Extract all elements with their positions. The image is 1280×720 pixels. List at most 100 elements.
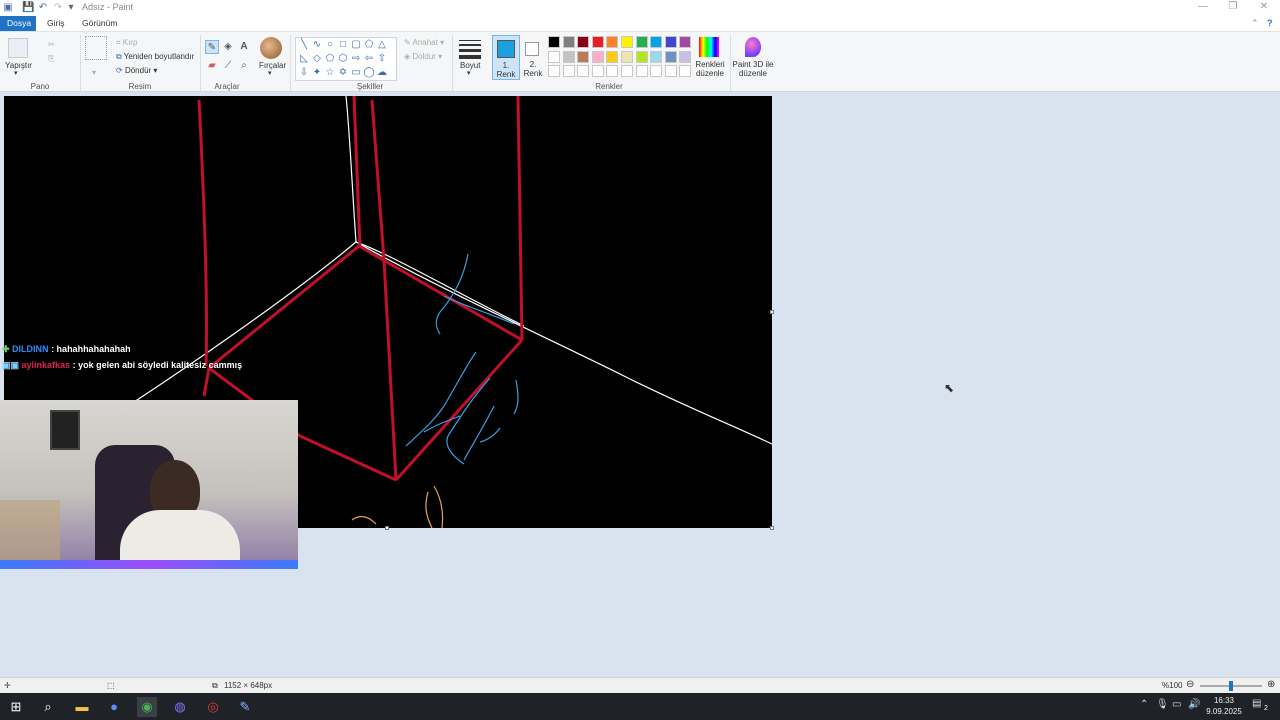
palette-swatch[interactable] [650, 36, 663, 48]
edit-colors-button[interactable]: Renkleri düzenle [693, 60, 727, 78]
palette-swatch[interactable] [664, 65, 677, 77]
rectangle-shape-icon[interactable]: □ [337, 39, 349, 51]
four-point-star-shape-icon[interactable]: ✦ [311, 67, 323, 79]
palette-swatch[interactable] [577, 65, 590, 77]
paste-dropdown-icon[interactable]: ▾ [14, 69, 18, 77]
clock-time[interactable]: 16:33 [1206, 696, 1242, 705]
palette-swatch[interactable] [591, 36, 604, 48]
file-explorer-icon[interactable]: ▬ [72, 697, 92, 717]
obs-icon[interactable]: ◎ [203, 697, 223, 717]
fill-icon[interactable]: ◈ [221, 40, 235, 54]
palette-swatch[interactable] [679, 50, 692, 63]
paint3d-button[interactable]: Paint 3D ile düzenle [732, 60, 774, 78]
cut-icon[interactable]: ✂ [48, 40, 55, 49]
clock-date[interactable]: 9.09.2025 [1203, 707, 1245, 716]
network-icon[interactable]: ▭ [1172, 699, 1181, 710]
palette-swatch[interactable] [650, 50, 663, 63]
tab-home[interactable]: Giriş [40, 16, 71, 31]
rounded-callout-shape-icon[interactable]: ▭ [350, 67, 362, 79]
zoom-out-button[interactable]: ⊖ [1186, 679, 1194, 690]
color1-button[interactable]: 1. Renk [492, 35, 520, 80]
six-point-star-shape-icon[interactable]: ✡ [337, 67, 349, 79]
undo-icon[interactable]: ↶ [37, 2, 49, 14]
collapse-ribbon-icon[interactable]: ⌃ [1251, 18, 1259, 29]
palette-swatch[interactable] [606, 36, 619, 48]
brushes-icon[interactable] [260, 37, 282, 59]
palette-swatch[interactable] [635, 50, 648, 63]
show-hidden-icons-icon[interactable]: ⌃ [1140, 699, 1148, 710]
brushes-dropdown-icon[interactable]: ▾ [268, 69, 272, 77]
restore-button[interactable]: ❐ [1218, 0, 1248, 16]
palette-swatch[interactable] [548, 50, 560, 63]
microphone-icon[interactable]: 🎙 [1156, 699, 1169, 710]
palette-swatch[interactable] [664, 50, 677, 63]
palette-swatch[interactable] [606, 65, 619, 77]
size-dropdown-icon[interactable]: ▾ [467, 69, 471, 77]
size-icon[interactable] [459, 39, 481, 59]
palette-swatch[interactable] [548, 36, 560, 48]
palette-swatch[interactable] [621, 36, 633, 48]
triangle-shape-icon[interactable]: △ [376, 39, 388, 51]
minimize-button[interactable]: — [1188, 0, 1218, 16]
up-arrow-shape-icon[interactable]: ⇧ [376, 53, 388, 65]
canvas-resize-handle-bottom[interactable] [385, 526, 389, 530]
shapes-gallery[interactable]: ╲ ∿ ○ □ ▢ ⬠ △ ◺ ◇ ⬠ ⬡ ⇨ ⇦ ⇧ ⇩ ✦ ☆ ✡ ▭ ◯ … [295, 37, 397, 81]
oval-shape-icon[interactable]: ○ [324, 39, 336, 51]
down-arrow-shape-icon[interactable]: ⇩ [298, 67, 310, 79]
select-icon[interactable] [85, 36, 107, 60]
magnifier-icon[interactable]: ⌕ [237, 59, 251, 73]
oval-callout-shape-icon[interactable]: ◯ [363, 67, 375, 79]
palette-swatch[interactable] [591, 50, 604, 63]
palette-swatch[interactable] [577, 36, 590, 48]
left-arrow-shape-icon[interactable]: ⇦ [363, 53, 375, 65]
palette-swatch[interactable] [621, 50, 633, 63]
palette-swatch[interactable] [679, 36, 692, 48]
customize-quick-access-icon[interactable]: ▾ [65, 2, 77, 14]
zoom-slider-thumb[interactable] [1229, 681, 1233, 691]
eraser-icon[interactable]: ▰ [205, 59, 219, 73]
palette-swatch[interactable] [606, 50, 619, 63]
save-icon[interactable]: 💾 [22, 2, 34, 14]
fill-button[interactable]: ◈ Doldur ▾ [404, 52, 442, 61]
palette-swatch[interactable] [562, 50, 575, 63]
rounded-rectangle-shape-icon[interactable]: ▢ [350, 39, 362, 51]
curve-shape-icon[interactable]: ∿ [311, 39, 323, 51]
paint3d-icon[interactable] [745, 37, 761, 57]
canvas-resize-handle-right[interactable] [770, 310, 774, 314]
tab-file[interactable]: Dosya [0, 16, 36, 31]
palette-swatch[interactable] [562, 65, 575, 77]
line-shape-icon[interactable]: ╲ [298, 39, 310, 51]
search-icon[interactable]: ⌕ [38, 697, 58, 717]
windows-start-icon[interactable]: ⊞ [6, 697, 26, 717]
color-picker-icon[interactable]: ⟋ [221, 59, 235, 73]
palette-swatch[interactable] [650, 65, 663, 77]
brushes-button[interactable]: Fırçalar [259, 61, 286, 70]
notification-icon[interactable]: ▤ [1252, 698, 1261, 709]
palette-swatch[interactable] [679, 65, 692, 77]
palette-swatch[interactable] [635, 36, 648, 48]
help-icon[interactable]: ? [1267, 18, 1273, 28]
select-dropdown-icon[interactable]: ▾ [92, 68, 96, 77]
chrome-icon[interactable]: ◉ [137, 697, 157, 717]
volume-icon[interactable]: 🔊 [1188, 699, 1200, 710]
text-icon[interactable]: A [237, 40, 251, 54]
polygon-shape-icon[interactable]: ⬠ [363, 39, 375, 51]
diamond-shape-icon[interactable]: ◇ [311, 53, 323, 65]
palette-swatch[interactable] [548, 65, 560, 77]
zoom-in-button[interactable]: ⊕ [1267, 679, 1275, 690]
palette-swatch[interactable] [664, 36, 677, 48]
resize-button[interactable]: ⧉ Yeniden boyutlandır [116, 52, 194, 62]
rotate-button[interactable]: ⟳ Döndür ▾ [116, 66, 157, 75]
zoom-slider[interactable] [1200, 681, 1262, 691]
palette-swatch[interactable] [635, 65, 648, 77]
palette-swatch[interactable] [562, 36, 575, 48]
outline-button[interactable]: ✎ Anahat ▾ [404, 38, 444, 47]
pentagon-shape-icon[interactable]: ⬠ [324, 53, 336, 65]
discord-icon[interactable]: ◍ [170, 697, 190, 717]
app-icon[interactable]: ● [104, 697, 124, 717]
paste-button[interactable]: Yapıştır [5, 61, 32, 70]
close-button[interactable]: ✕ [1249, 0, 1279, 16]
paint-icon[interactable]: ✎ [235, 697, 255, 717]
hexagon-shape-icon[interactable]: ⬡ [337, 53, 349, 65]
canvas-resize-handle-corner[interactable] [770, 526, 774, 530]
